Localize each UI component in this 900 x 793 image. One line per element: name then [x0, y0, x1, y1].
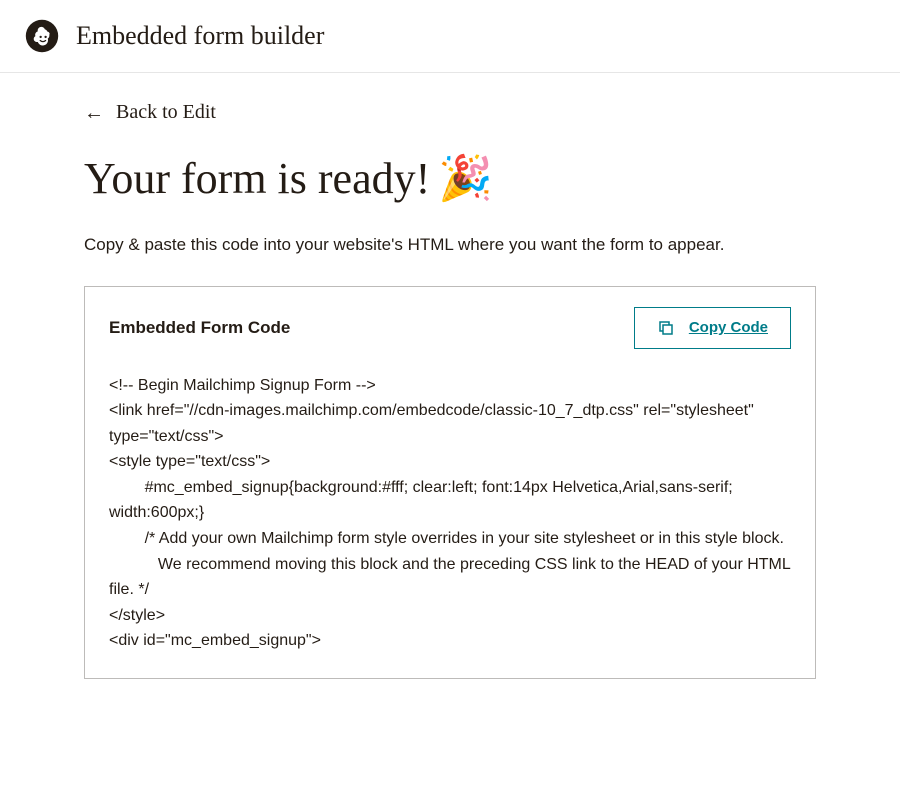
party-popper-icon: 🎉 [438, 152, 493, 204]
back-to-edit-link[interactable]: ← Back to Edit [84, 101, 216, 124]
page-title-text: Your form is ready! [84, 153, 430, 204]
mailchimp-logo-icon [24, 18, 60, 54]
page-title: Your form is ready! 🎉 [84, 152, 816, 204]
code-panel-header: Embedded Form Code Copy Code [85, 287, 815, 369]
header-title: Embedded form builder [76, 21, 324, 51]
instruction-text: Copy & paste this code into your website… [84, 232, 816, 258]
main-content: ← Back to Edit Your form is ready! 🎉 Cop… [0, 73, 900, 719]
page-header: Embedded form builder [0, 0, 900, 73]
copy-code-button[interactable]: Copy Code [634, 307, 791, 349]
back-link-label: Back to Edit [116, 101, 216, 124]
copy-icon [657, 319, 675, 337]
embedded-code-panel: Embedded Form Code Copy Code <!-- Begin … [84, 286, 816, 680]
copy-button-label: Copy Code [689, 319, 768, 336]
arrow-left-icon: ← [84, 103, 104, 123]
embed-code-block[interactable]: <!-- Begin Mailchimp Signup Form --> <li… [85, 369, 815, 679]
code-panel-title: Embedded Form Code [109, 318, 290, 338]
